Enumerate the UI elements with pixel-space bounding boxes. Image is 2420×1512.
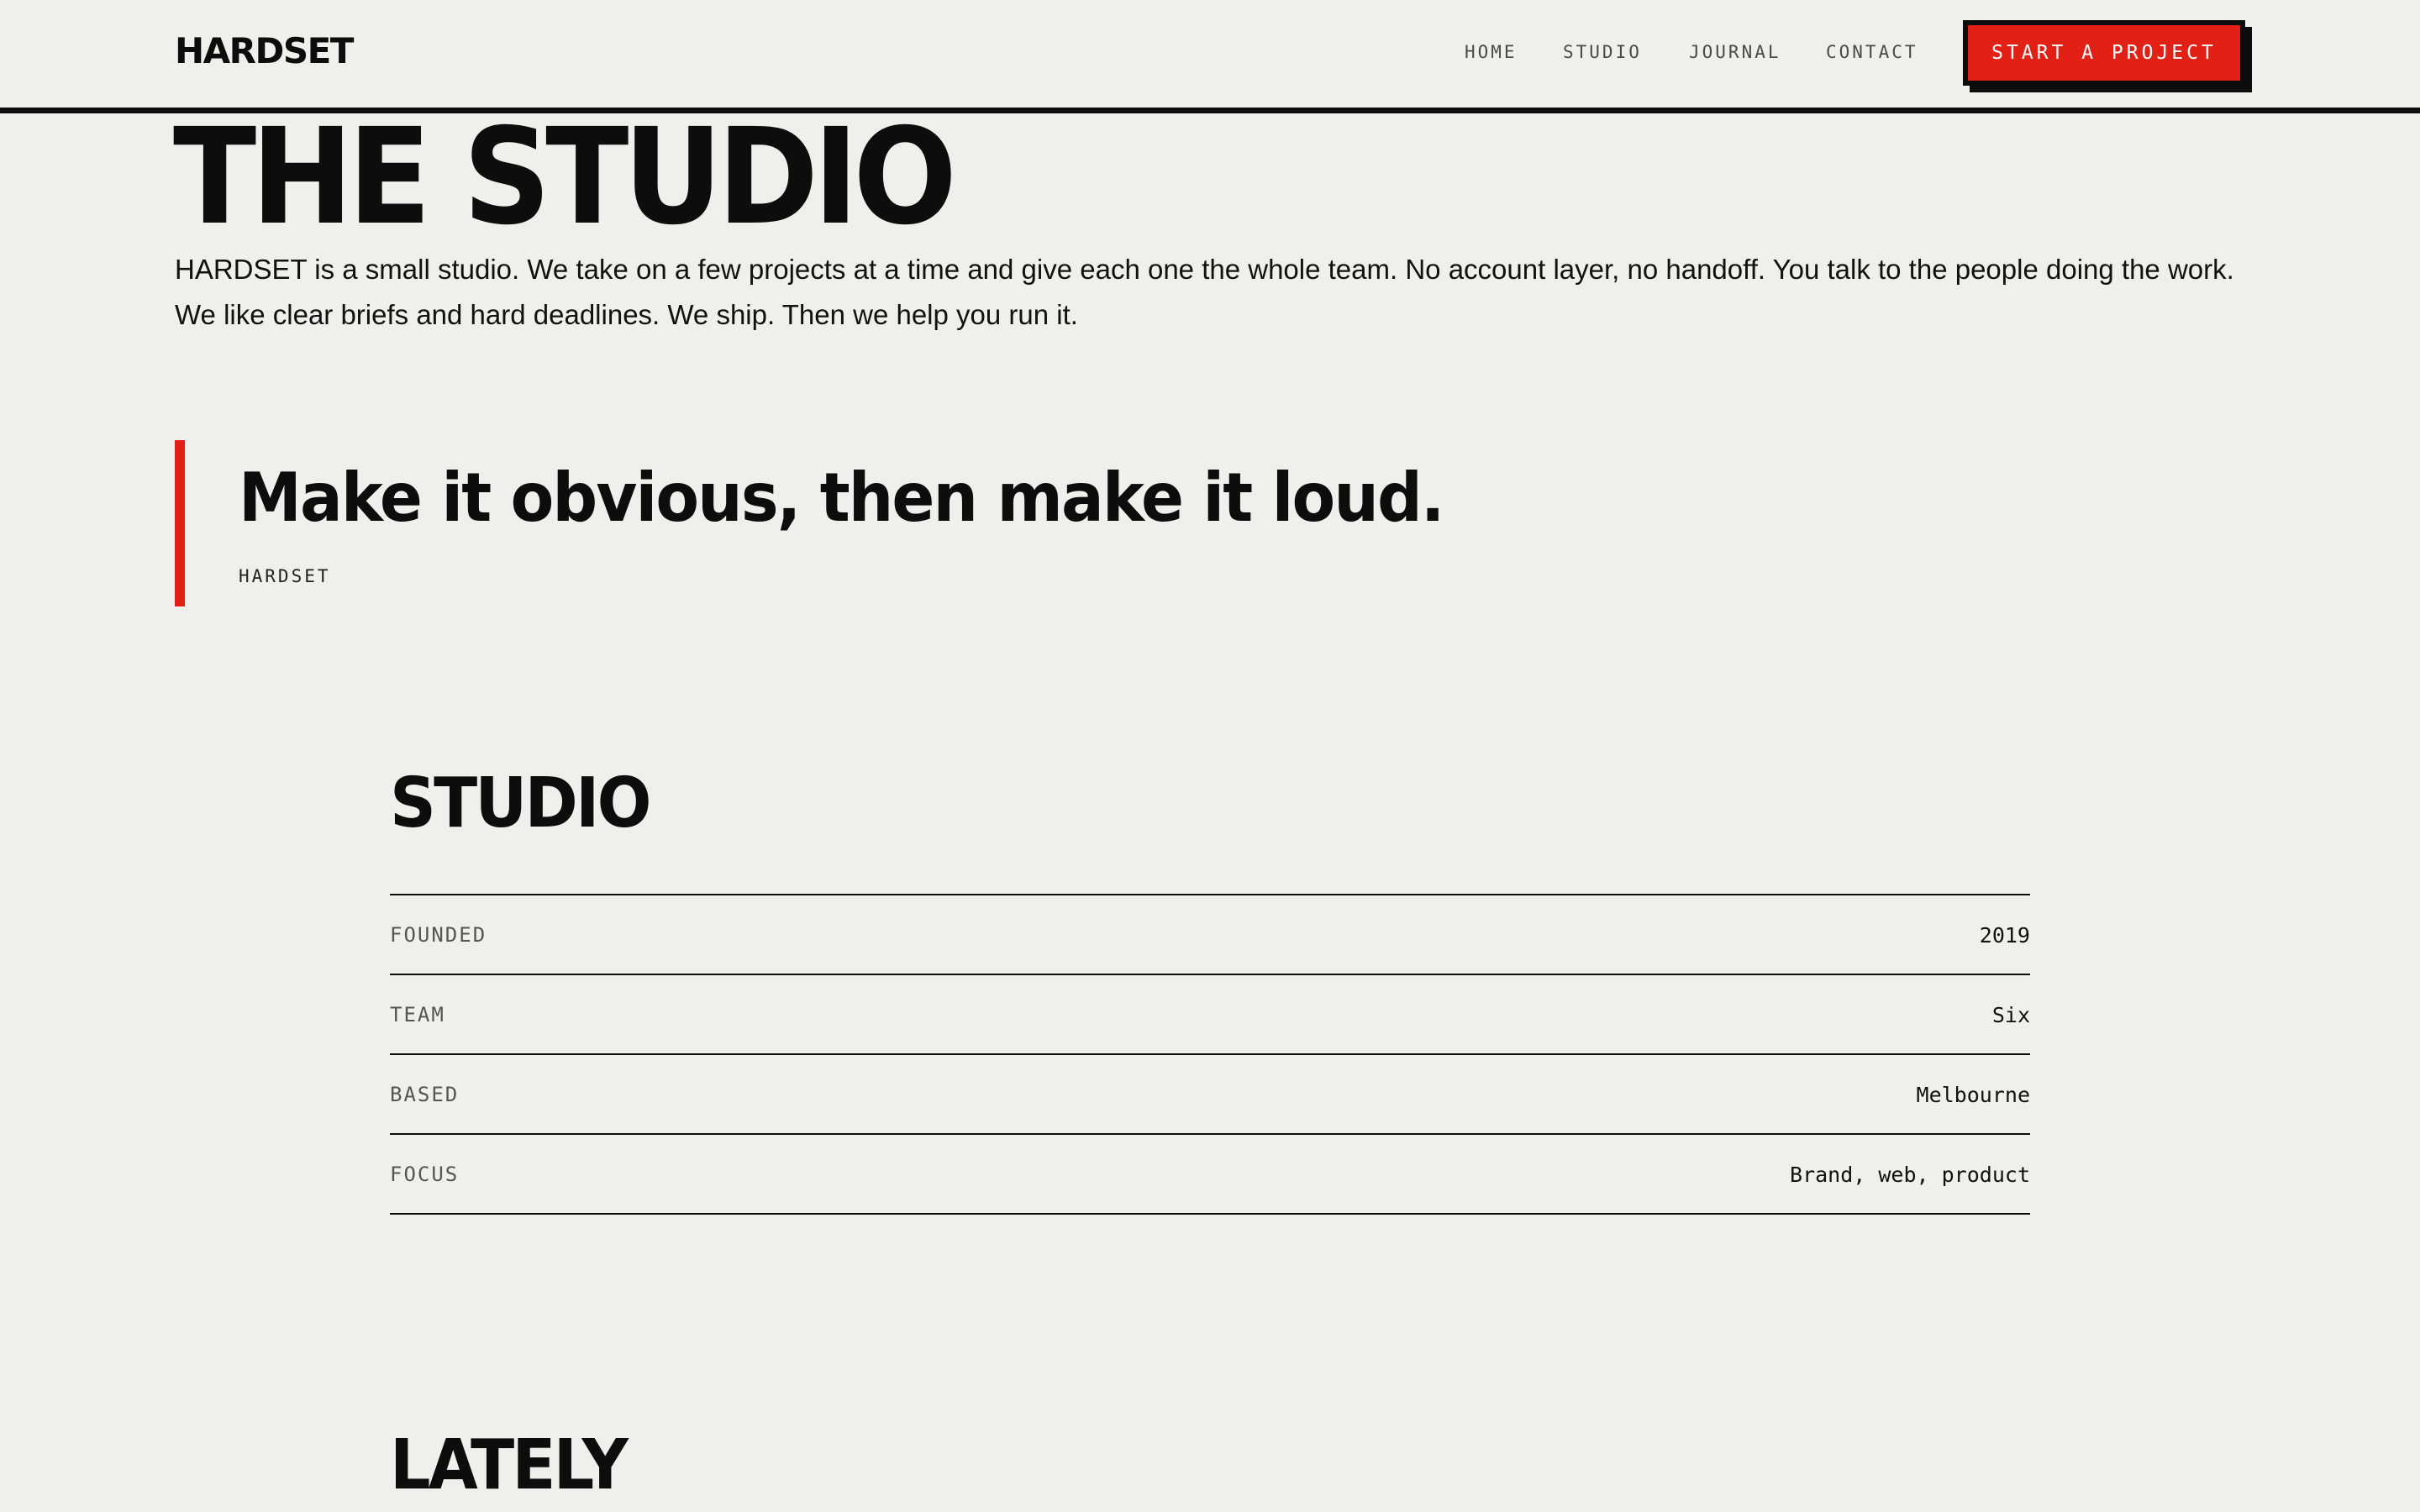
- start-project-button[interactable]: START A PROJECT: [1963, 20, 2245, 86]
- fact-label: FOCUS: [390, 1163, 460, 1186]
- nav-link-studio[interactable]: STUDIO: [1563, 42, 1642, 62]
- quote-author: HARDSET: [239, 566, 331, 586]
- pull-quote: Make it obvious, then make it loud. HARD…: [175, 440, 1855, 606]
- intro-paragraph: We like clear briefs and hard deadlines.…: [175, 299, 1078, 330]
- fact-row-founded: FOUNDED 2019: [390, 895, 2030, 975]
- quote-text: Make it obvious, then make it loud.: [239, 459, 1444, 537]
- nav-link-home[interactable]: HOME: [1465, 42, 1518, 62]
- start-project-button-wrap: START A PROJECT: [1963, 20, 2252, 92]
- intro-paragraph: HARDSET is a small studio. We take on a …: [175, 254, 2234, 285]
- top-navigation: HARDSET HOME STUDIO JOURNAL CONTACT STAR…: [0, 0, 2420, 113]
- studio-facts-table: FOUNDED 2019 TEAM Six BASED Melbourne FO…: [390, 894, 2030, 1215]
- fact-row-based: BASED Melbourne: [390, 1055, 2030, 1135]
- intro-text: HARDSET is a small studio. We take on a …: [175, 247, 2250, 338]
- lately-section-title: LATELY: [390, 1425, 629, 1505]
- page-title: THE STUDIO: [173, 100, 957, 255]
- fact-row-focus: FOCUS Brand, web, product: [390, 1135, 2030, 1215]
- brand-logo[interactable]: HARDSET: [175, 30, 354, 71]
- fact-label: TEAM: [390, 1003, 445, 1026]
- fact-row-team: TEAM Six: [390, 975, 2030, 1055]
- nav-link-contact[interactable]: CONTACT: [1826, 42, 1918, 62]
- fact-value: Melbourne: [1916, 1083, 2030, 1107]
- fact-label: BASED: [390, 1083, 460, 1106]
- fact-label: FOUNDED: [390, 923, 487, 947]
- fact-value: Brand, web, product: [1790, 1163, 2030, 1187]
- studio-section-title: STUDIO: [390, 764, 651, 843]
- nav-link-journal[interactable]: JOURNAL: [1689, 42, 1781, 62]
- fact-value: Six: [1991, 1003, 2030, 1027]
- fact-value: 2019: [1979, 923, 2030, 948]
